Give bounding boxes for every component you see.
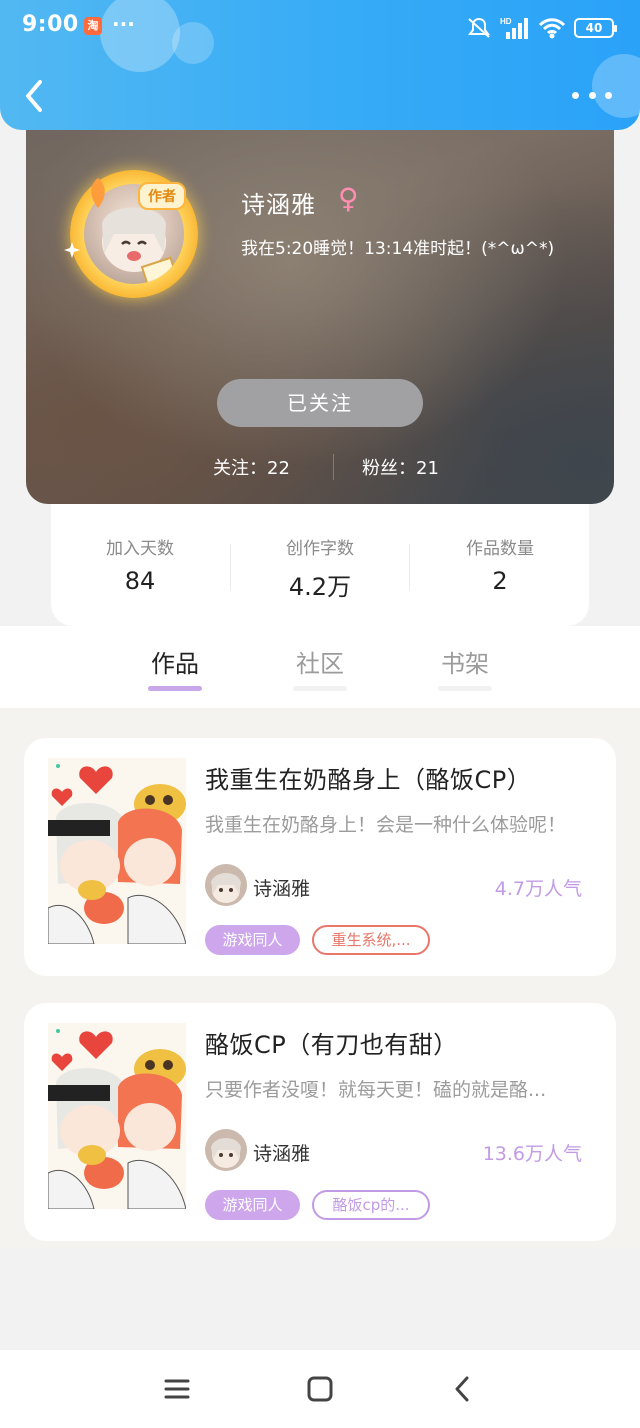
recent-apps-button[interactable]	[160, 1372, 194, 1406]
divider	[409, 544, 410, 590]
keyword-tag[interactable]: 酪饭cp的...	[312, 1190, 430, 1220]
battery-icon: 40	[574, 18, 617, 38]
sparkle-icon	[64, 242, 80, 258]
tab-bar: 作品 社区 书架	[0, 626, 640, 708]
stat-value: 4.2万	[288, 573, 352, 601]
decor-bubble	[172, 22, 214, 64]
mute-icon	[468, 17, 490, 38]
tab-community[interactable]: 社区	[280, 644, 360, 679]
author-name: 诗涵雅	[253, 878, 311, 900]
author-avatar-image	[211, 873, 241, 903]
stat-label: 创作字数	[286, 539, 354, 559]
stat-value: 84	[124, 567, 156, 595]
tab-works[interactable]: 作品	[135, 644, 215, 679]
stat-label: 作品数量	[466, 539, 534, 559]
menu-icon	[164, 1379, 190, 1399]
tab-indicator	[438, 686, 492, 691]
dot	[605, 91, 612, 99]
profile-card: 作者 诗涵雅 ♀ 我在5:20睡觉！13:14准时起！(*^ω^*) 已关注 关…	[26, 100, 614, 504]
user-name: 诗涵雅	[241, 191, 316, 219]
wifi-icon	[538, 18, 566, 39]
system-back-button[interactable]	[446, 1372, 480, 1406]
stats-card: 加入天数 84 创作字数 4.2万 作品数量 2	[51, 504, 589, 626]
tab-indicator-active	[148, 686, 202, 691]
square-icon	[307, 1376, 333, 1402]
home-button[interactable]	[303, 1372, 337, 1406]
follow-button[interactable]: 已关注	[217, 379, 423, 427]
book-card[interactable]: 酪饭CP（有刀也有甜） 只要作者没嗄！就每天更！磕的就是酪... 诗涵雅 13.…	[24, 1003, 616, 1241]
taobao-notification-icon: 淘	[84, 17, 102, 35]
stat-word-count: 创作字数 4.2万	[231, 534, 409, 602]
category-tag[interactable]: 游戏同人	[205, 1190, 300, 1220]
author-avatar	[205, 864, 247, 906]
stat-join-days: 加入天数 84	[51, 534, 229, 595]
cover-illustration	[48, 764, 186, 944]
author-avatar	[205, 1129, 247, 1171]
category-tag[interactable]: 游戏同人	[205, 925, 300, 955]
popularity-count: 13.6万人气	[482, 1143, 582, 1165]
svg-text:HD: HD	[500, 17, 512, 26]
dot	[572, 91, 579, 99]
book-card[interactable]: 我重生在奶酪身上（酪饭CP） 我重生在奶酪身上！会是一种什么体验呢！ 诗涵雅 4…	[24, 738, 616, 976]
tab-bookshelf[interactable]: 书架	[425, 644, 505, 679]
book-description: 只要作者没嗄！就每天更！磕的就是酪...	[205, 1079, 547, 1101]
chevron-left-icon	[26, 80, 42, 112]
dot	[588, 91, 596, 99]
author-badge: 作者	[138, 182, 186, 210]
decor-bubble	[100, 0, 180, 72]
user-bio: 我在5:20睡觉！13:14准时起！(*^ω^*)	[241, 239, 555, 259]
tab-indicator	[293, 686, 347, 691]
book-description: 我重生在奶酪身上！会是一种什么体验呢！	[205, 814, 567, 836]
system-navigation-bar	[0, 1350, 640, 1428]
book-cover	[48, 1023, 186, 1209]
fans-count[interactable]: 粉丝：21	[362, 454, 439, 480]
cover-illustration	[48, 1029, 186, 1209]
stat-works-count: 作品数量 2	[411, 534, 589, 595]
feather-icon	[91, 178, 105, 208]
avatar[interactable]: 作者	[64, 170, 198, 298]
back-button[interactable]	[18, 76, 52, 116]
female-gender-icon: ♀	[338, 182, 359, 215]
author-avatar-image	[211, 1138, 241, 1168]
more-notifications-icon: ···	[112, 12, 135, 36]
divider	[333, 454, 334, 480]
stat-value: 2	[492, 567, 508, 595]
stat-label: 加入天数	[106, 539, 174, 559]
follow-stats: 关注：22 粉丝：21	[26, 452, 614, 482]
signal-icon: HD	[500, 17, 528, 39]
author-name: 诗涵雅	[253, 1143, 311, 1165]
popularity-count: 4.7万人气	[494, 878, 582, 900]
keyword-tag[interactable]: 重生系统,...	[312, 925, 430, 955]
more-options-button[interactable]	[572, 80, 612, 110]
chevron-left-icon	[455, 1376, 469, 1402]
header-bar: 9:00 淘 ··· HD 40	[0, 0, 640, 130]
book-cover	[48, 758, 186, 944]
book-title[interactable]: 酪饭CP（有刀也有甜）	[205, 1025, 458, 1060]
book-title[interactable]: 我重生在奶酪身上（酪饭CP）	[205, 760, 531, 795]
status-time: 9:00	[22, 12, 79, 37]
following-count[interactable]: 关注：22	[213, 454, 290, 480]
status-icons: HD 40	[466, 14, 617, 42]
